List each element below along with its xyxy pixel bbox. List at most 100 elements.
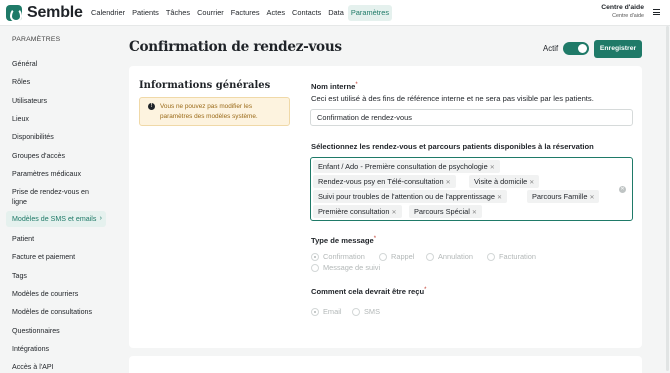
- chip: Enfant / Ado - Première consultation de …: [313, 160, 500, 173]
- general-info-card: Informations générales ! Vous ne pouvez …: [129, 66, 642, 348]
- radio-rappel[interactable]: Rappel: [379, 252, 414, 261]
- chip-label: Parcours Spécial: [414, 207, 470, 216]
- sidebar-item-utilisateurs[interactable]: Utilisateurs: [6, 93, 106, 109]
- chip: Suivi pour troubles de l'attention ou de…: [313, 190, 508, 203]
- nav-patients[interactable]: Patients: [129, 5, 162, 21]
- sidebar-item-modeles-courriers[interactable]: Modèles de courriers: [6, 286, 106, 302]
- page-title: Confirmation de rendez-vous: [129, 39, 342, 55]
- sidebar-item-lieux[interactable]: Lieux: [6, 111, 106, 127]
- clear-all-icon[interactable]: ✕: [619, 186, 626, 193]
- settings-sidebar: PARAMÈTRES Général Rôles Utilisateurs Li…: [0, 26, 113, 373]
- nav-parametres[interactable]: Paramètres: [347, 5, 393, 21]
- radio-button: [487, 252, 495, 261]
- sidebar-item-tags[interactable]: Tags: [6, 268, 106, 284]
- radio-email[interactable]: Email: [311, 307, 341, 316]
- nav-courrier[interactable]: Courrier: [194, 5, 227, 21]
- radio-button: [311, 252, 319, 261]
- radio-button: [311, 263, 319, 272]
- channel-label-text: Comment cela devrait être reçu: [311, 287, 425, 296]
- sidebar-item-integrations[interactable]: Intégrations: [6, 341, 106, 357]
- appointments-multiselect[interactable]: Enfant / Ado - Première consultation de …: [310, 157, 633, 221]
- sidebar-item-facture-paiement[interactable]: Facture et paiement: [6, 249, 106, 265]
- logo-text: Semble: [27, 4, 83, 21]
- radio-sms[interactable]: SMS: [352, 307, 380, 316]
- radio-button: [352, 307, 360, 316]
- remove-chip-icon[interactable]: ✕: [529, 180, 534, 186]
- channel-label: Comment cela devrait être reçu*: [311, 287, 426, 296]
- internal-name-label: Nom interne*: [311, 82, 358, 91]
- nav-factures[interactable]: Factures: [228, 5, 263, 21]
- active-toggle[interactable]: [563, 42, 589, 55]
- internal-name-input[interactable]: Confirmation de rendez-vous: [310, 109, 633, 126]
- chip-label: Première consultation: [318, 207, 390, 216]
- appointments-label: Sélectionnez les rendez-vous et parcours…: [311, 142, 594, 151]
- sidebar-item-roles[interactable]: Rôles: [6, 74, 106, 90]
- chip: Visite à domicile ✕: [469, 175, 540, 188]
- radio-label: Facturation: [499, 252, 536, 261]
- top-bar: Semble Calendrier Patients Tâches Courri…: [0, 0, 670, 26]
- toggle-knob: [578, 44, 587, 53]
- account-switcher[interactable]: Centre d'aide Centre d'aide: [601, 4, 644, 19]
- remove-chip-icon[interactable]: ✕: [446, 180, 451, 186]
- remove-chip-icon[interactable]: ✕: [589, 195, 594, 201]
- account-name: Centre d'aide: [601, 4, 644, 11]
- sidebar-item-modeles-sms-emails[interactable]: Modèles de SMS et emails ›: [6, 211, 106, 227]
- sidebar-item-parametres-medicaux[interactable]: Paramètres médicaux: [6, 166, 106, 182]
- chip: Première consultation ✕: [313, 205, 402, 218]
- sidebar-item-groupes-acces[interactable]: Groupes d'accès: [6, 148, 106, 164]
- chip-label: Suivi pour troubles de l'attention ou de…: [318, 192, 496, 201]
- remove-chip-icon[interactable]: ✕: [490, 165, 495, 171]
- section-title: Informations générales: [139, 80, 271, 91]
- required-marker: *: [355, 82, 358, 88]
- info-icon: !: [148, 103, 155, 110]
- message-type-label-text: Type de message: [311, 236, 374, 245]
- chevron-right-icon: ›: [99, 215, 102, 222]
- nav-data[interactable]: Data: [325, 5, 347, 21]
- nav-actes[interactable]: Actes: [264, 5, 288, 21]
- chip-label: Enfant / Ado - Première consultation de …: [318, 162, 488, 171]
- radio-label: Rappel: [391, 252, 415, 261]
- remove-chip-icon[interactable]: ✕: [391, 210, 396, 216]
- required-marker: *: [373, 236, 377, 242]
- radio-confirmation[interactable]: Confirmation: [311, 252, 365, 261]
- internal-name-help: Ceci est utilisé à des fins de référence…: [311, 94, 594, 103]
- radio-button: [379, 252, 387, 261]
- radio-facturation[interactable]: Facturation: [487, 252, 536, 261]
- semble-logo-icon: [6, 5, 22, 22]
- nav-calendrier[interactable]: Calendrier: [88, 5, 128, 21]
- internal-name-label-text: Nom interne: [311, 82, 356, 91]
- sidebar-item-general[interactable]: Général: [6, 56, 106, 72]
- logo[interactable]: Semble: [6, 4, 83, 22]
- scrollbar[interactable]: [666, 26, 669, 371]
- sidebar-item-acces-api[interactable]: Accès à l'API: [6, 359, 106, 373]
- sidebar-item-prise-rdv-en-ligne[interactable]: Prise de rendez-vous en ligne: [6, 184, 106, 210]
- sidebar-item-patient[interactable]: Patient: [6, 231, 106, 247]
- hamburger-menu-icon[interactable]: [653, 9, 660, 15]
- radio-button: [426, 252, 434, 261]
- chip-label: Visite à domicile: [474, 177, 528, 186]
- next-section-card: [129, 356, 642, 373]
- nav-contacts[interactable]: Contacts: [289, 5, 324, 21]
- chip: Parcours Spécial ✕: [409, 205, 482, 218]
- system-template-warning: ! Vous ne pouvez pas modifier les paramè…: [139, 97, 290, 126]
- radio-button: [311, 307, 319, 316]
- remove-chip-icon[interactable]: ✕: [472, 210, 477, 216]
- sidebar-title: PARAMÈTRES: [12, 36, 61, 43]
- main-nav: Calendrier Patients Tâches Courrier Fact…: [88, 5, 393, 21]
- warning-text: Vous ne pouvez pas modifier les paramètr…: [160, 103, 258, 120]
- chip-label: Rendez-vous psy en Télé-consultation: [318, 177, 444, 186]
- radio-label: Email: [323, 307, 342, 316]
- sidebar-item-modeles-consultations[interactable]: Modèles de consultations: [6, 304, 106, 320]
- sidebar-item-questionnaires[interactable]: Questionnaires: [6, 323, 106, 339]
- remove-chip-icon[interactable]: ✕: [497, 195, 502, 201]
- radio-label: Confirmation: [323, 252, 365, 261]
- radio-message-de-suivi[interactable]: Message de suivi: [311, 263, 380, 272]
- account-subtitle: Centre d'aide: [612, 13, 644, 19]
- sidebar-item-label: Modèles de SMS et emails: [12, 215, 97, 223]
- radio-label: SMS: [364, 307, 381, 316]
- nav-taches[interactable]: Tâches: [163, 5, 193, 21]
- sidebar-item-disponibilites[interactable]: Disponibilités: [6, 129, 106, 145]
- message-type-label: Type de message*: [311, 236, 376, 245]
- save-button[interactable]: Enregistrer: [594, 40, 642, 58]
- radio-annulation[interactable]: Annulation: [426, 252, 473, 261]
